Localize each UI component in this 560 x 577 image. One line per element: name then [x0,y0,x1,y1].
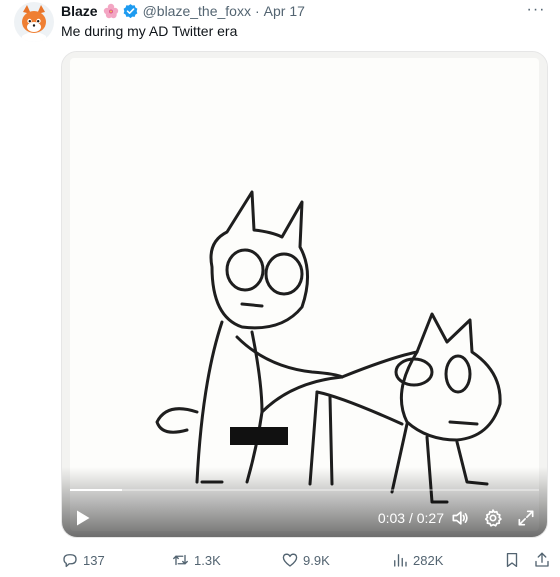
fullscreen-icon[interactable] [514,507,538,529]
reply-icon [63,554,77,568]
share-button[interactable] [533,549,555,571]
tweet-action-bar: 137 1.3K 9.9K 282K [61,549,551,571]
views-button[interactable]: 282K [391,549,443,571]
video-controls-gradient [62,467,547,537]
more-options-icon[interactable]: ··· [524,0,548,20]
video-time: 0:03 / 0:27 [364,507,444,529]
reply-button[interactable]: 137 [61,549,105,571]
cartoon-cats-illustration [155,190,502,504]
tweet-date[interactable]: Apr 17 [264,3,305,19]
hibiscus-emoji-icon [103,3,119,19]
video-progress-fill [70,489,122,491]
tweet-text: Me during my AD Twitter era [61,23,238,39]
reply-count: 137 [83,552,105,568]
bookmark-button[interactable] [503,549,525,571]
heart-icon [282,553,298,567]
like-button[interactable]: 9.9K [281,549,330,571]
video-frame [62,52,547,537]
author-handle[interactable]: @blaze_the_foxx [143,3,251,19]
play-icon[interactable] [72,507,94,529]
avatar[interactable] [14,2,54,42]
view-count: 282K [413,552,444,568]
repost-icon [173,554,188,566]
current-time: 0:03 [377,510,406,526]
gear-icon[interactable] [481,507,505,529]
share-icon [535,552,549,567]
video-player[interactable]: 0:03 / 0:27 [61,51,548,538]
video-duration: 0:27 [416,510,444,526]
views-chart-icon [394,554,407,567]
dot-separator: · [254,3,260,19]
time-separator: / [405,510,417,526]
author-name[interactable]: Blaze [61,3,98,19]
fox-avatar-image [14,2,54,42]
repost-count: 1.3K [194,552,221,568]
repost-button[interactable]: 1.3K [171,549,221,571]
tweet-header: Blaze @blaze_the_foxx · Apr 17 [61,2,305,20]
censor-bar [230,427,288,445]
verified-badge-icon[interactable] [122,3,139,20]
bookmark-icon [506,552,518,568]
like-count: 9.9K [303,552,330,568]
volume-icon[interactable] [448,507,472,529]
video-progress-bar[interactable] [70,489,539,491]
